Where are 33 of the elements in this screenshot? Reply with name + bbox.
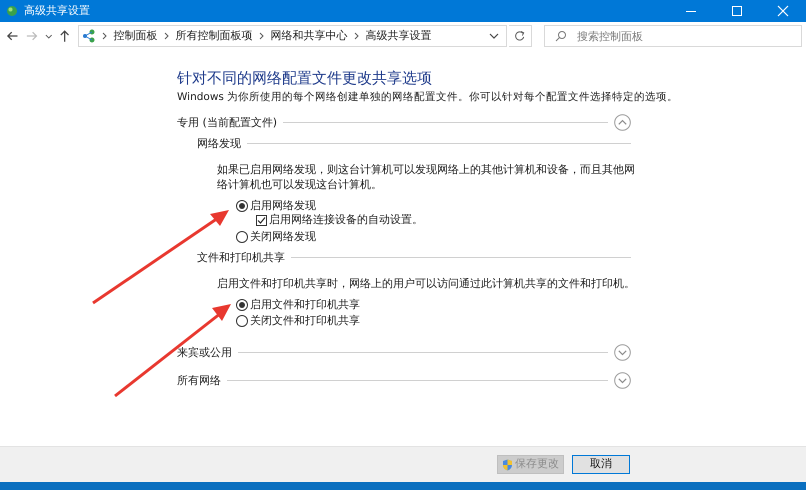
breadcrumb[interactable]: 网络和共享中心 bbox=[268, 28, 350, 44]
network-icon bbox=[6, 5, 18, 17]
breadcrumb[interactable]: 所有控制面板项 bbox=[174, 28, 255, 44]
checkbox[interactable] bbox=[256, 214, 267, 226]
section-title[interactable]: 专用 (当前配置文件) bbox=[177, 114, 278, 131]
cancel-button[interactable]: 取消 bbox=[572, 455, 630, 474]
radio-button[interactable] bbox=[236, 298, 248, 311]
radio-button[interactable] bbox=[236, 200, 248, 212]
group-title: 文件和打印机共享 bbox=[197, 250, 285, 266]
collapse-icon[interactable] bbox=[614, 114, 631, 132]
radio-button[interactable] bbox=[236, 314, 248, 327]
group-description: 启用文件和打印机共享时，网络上的用户可以访问通过此计算机共享的文件和打印机。 bbox=[216, 276, 636, 291]
section-title[interactable]: 所有网络 bbox=[177, 372, 221, 389]
radio-label[interactable]: 关闭网络发现 bbox=[250, 228, 316, 245]
section-title[interactable]: 来宾或公用 bbox=[177, 344, 232, 361]
expand-icon[interactable] bbox=[614, 344, 631, 362]
refresh-icon[interactable] bbox=[508, 25, 532, 47]
search-field[interactable]: 搜索控制面板 bbox=[544, 25, 802, 47]
expand-icon[interactable] bbox=[614, 372, 631, 390]
search-icon bbox=[554, 29, 568, 43]
group-title: 网络发现 bbox=[197, 136, 241, 152]
radio-button[interactable] bbox=[236, 230, 248, 243]
breadcrumb[interactable]: 高级共享设置 bbox=[364, 28, 434, 44]
intro-text: Windows 为你所使用的每个网络创建单独的网络配置文件。你可以针对每个配置文件选择特定的选项。 bbox=[177, 90, 678, 105]
window-title: 高级共享设置 bbox=[24, 2, 90, 19]
radio-label[interactable]: 启用文件和打印机共享 bbox=[250, 296, 360, 313]
radio-label[interactable]: 启用网络发现 bbox=[250, 198, 316, 214]
radio-label[interactable]: 关闭文件和打印机共享 bbox=[250, 312, 360, 329]
breadcrumb[interactable]: 控制面板 bbox=[112, 28, 160, 44]
checkbox-label[interactable]: 启用网络连接设备的自动设置。 bbox=[269, 212, 423, 228]
address-bar[interactable]: 控制面板 所有控制面板项 网络和共享中心 高级共享设置 bbox=[78, 25, 507, 47]
page-heading: 针对不同的网络配置文件更改共享选项 bbox=[177, 68, 433, 88]
group-description: 如果已启用网络发现，则这台计算机可以发现网络上的其他计算机和设备，而且其他网络计算机也可以发现这台计算机。 bbox=[216, 162, 636, 192]
